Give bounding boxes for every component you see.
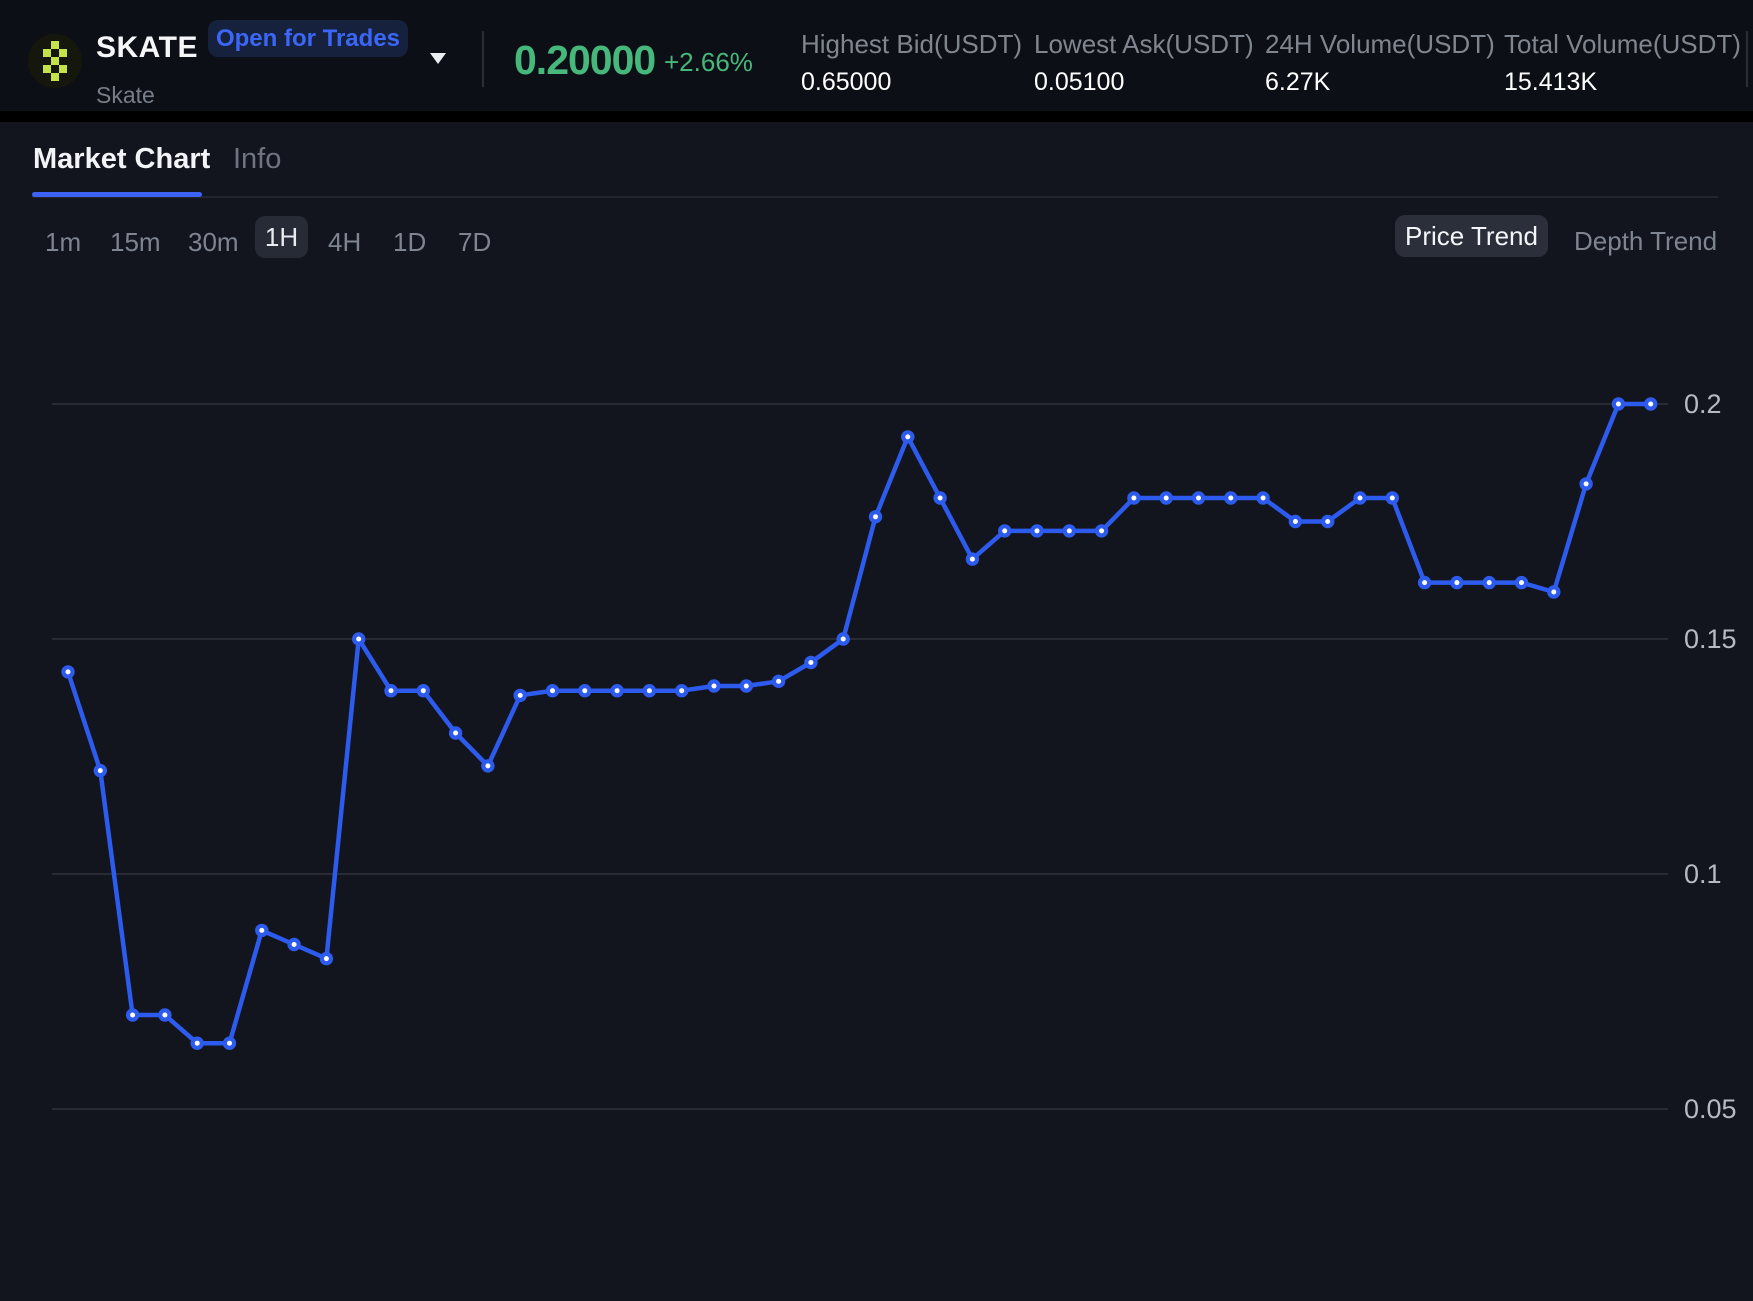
price-change-percent: +2.66% [664,47,753,78]
token-name: Skate [96,82,155,109]
data-point[interactable] [1420,578,1429,587]
header-edge-divider [1746,31,1748,87]
data-point[interactable] [96,766,105,775]
data-point[interactable] [1226,493,1235,502]
data-point[interactable] [1355,493,1364,502]
stat-label-total-volume: Total Volume(USDT) [1504,29,1741,60]
stat-label-lowest-ask: Lowest Ask(USDT) [1034,29,1254,60]
data-point[interactable] [1582,479,1591,488]
token-logo-icon [28,34,82,88]
tab-market-chart[interactable]: Market Chart [33,143,210,176]
data-point[interactable] [1000,526,1009,535]
data-point[interactable] [645,686,654,695]
price-series-line [68,404,1651,1043]
data-point[interactable] [903,432,912,441]
data-point[interactable] [1323,517,1332,526]
data-point[interactable] [871,512,880,521]
stat-value-highest-bid: 0.65000 [801,68,891,97]
data-point[interactable] [1162,493,1171,502]
data-point[interactable] [322,954,331,963]
y-tick-label: 0.05 [1684,1094,1737,1124]
data-point[interactable] [936,493,945,502]
data-point[interactable] [386,686,395,695]
token-header: SKATE Skate Open for Trades 0.20000 +2.6… [0,0,1753,111]
data-point[interactable] [1549,587,1558,596]
data-point[interactable] [677,686,686,695]
timeframe-1h-selected[interactable]: 1H [255,216,308,258]
data-point[interactable] [1517,578,1526,587]
timeframe-4h[interactable]: 4H [328,227,361,258]
y-tick-label: 0.1 [1684,859,1722,889]
data-point[interactable] [1259,493,1268,502]
stat-value-24h-volume: 6.27K [1265,68,1330,97]
data-point[interactable] [1032,526,1041,535]
tabs-divider [32,196,1718,198]
data-point[interactable] [1614,399,1623,408]
data-point[interactable] [580,686,589,695]
depth-trend-button[interactable]: Depth Trend [1574,226,1717,257]
data-point[interactable] [1388,493,1397,502]
data-point[interactable] [709,681,718,690]
data-point[interactable] [613,686,622,695]
data-point[interactable] [968,555,977,564]
data-point[interactable] [1485,578,1494,587]
active-tab-underline [32,192,202,197]
data-point[interactable] [354,634,363,643]
data-point[interactable] [806,658,815,667]
timeframe-15m[interactable]: 15m [110,227,161,258]
data-point[interactable] [1291,517,1300,526]
data-point[interactable] [1129,493,1138,502]
data-point[interactable] [193,1039,202,1048]
data-point[interactable] [774,677,783,686]
data-point[interactable] [516,691,525,700]
data-point[interactable] [451,728,460,737]
price-trend-button[interactable]: Price Trend [1395,215,1548,257]
stat-value-total-volume: 15.413K [1504,68,1597,97]
status-badge: Open for Trades [208,20,408,57]
y-tick-label: 0.15 [1684,624,1737,654]
timeframe-30m[interactable]: 30m [188,227,239,258]
data-point[interactable] [1452,578,1461,587]
data-point[interactable] [160,1010,169,1019]
data-point[interactable] [1646,399,1655,408]
timeframe-1d[interactable]: 1D [393,227,426,258]
chevron-down-icon[interactable] [430,53,446,64]
stat-label-24h-volume: 24H Volume(USDT) [1265,29,1495,60]
data-point[interactable] [483,761,492,770]
data-point[interactable] [1097,526,1106,535]
last-price: 0.20000 [514,37,655,84]
data-point[interactable] [1194,493,1203,502]
timeframe-7d[interactable]: 7D [458,227,491,258]
data-point[interactable] [742,681,751,690]
stat-label-highest-bid: Highest Bid(USDT) [801,29,1022,60]
data-point[interactable] [548,686,557,695]
header-divider [482,31,484,87]
timeframe-1m[interactable]: 1m [45,227,81,258]
data-point[interactable] [63,667,72,676]
data-point[interactable] [839,634,848,643]
token-symbol: SKATE [96,31,198,65]
data-point[interactable] [419,686,428,695]
data-point[interactable] [257,926,266,935]
tab-info[interactable]: Info [233,143,281,176]
data-point[interactable] [290,940,299,949]
data-point[interactable] [1065,526,1074,535]
header-separator [0,111,1753,122]
y-tick-label: 0.2 [1684,389,1722,419]
data-point[interactable] [225,1039,234,1048]
stat-value-lowest-ask: 0.05100 [1034,68,1124,97]
data-point[interactable] [128,1010,137,1019]
